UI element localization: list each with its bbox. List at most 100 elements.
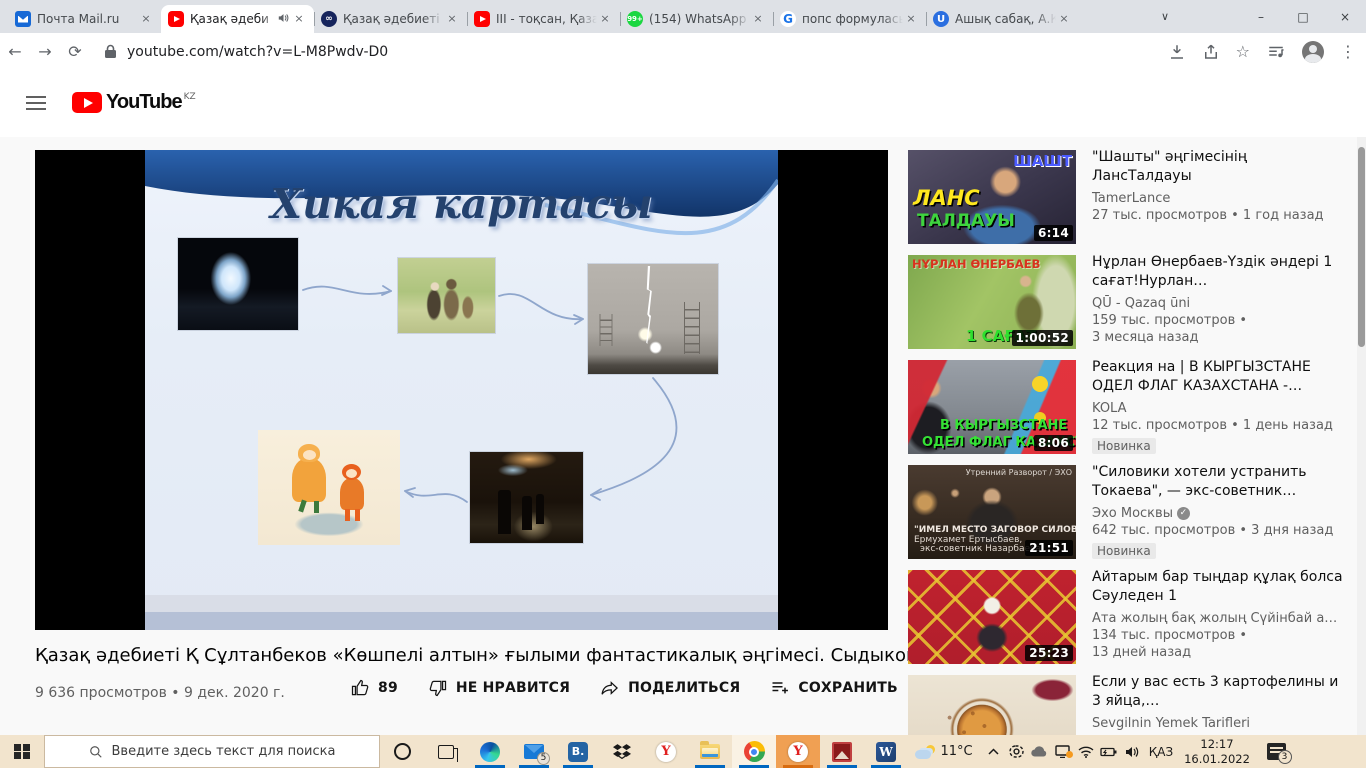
browser-tab[interactable]: Қазақ әдебиеті 1× (314, 5, 467, 33)
recommended-video-title[interactable]: Реакция на | В КЫРГЫЗСТАНЕ ОДЕЛ ФЛАГ КАЗ… (1092, 358, 1350, 396)
chrome-button[interactable] (732, 735, 776, 768)
start-button[interactable] (0, 735, 44, 768)
tab-close-icon[interactable]: × (444, 11, 460, 27)
cortana-icon (393, 743, 411, 760)
scrollbar-thumb[interactable] (1358, 147, 1365, 347)
recommended-video-item[interactable]: "ИМЕЛ МЕСТО ЗАГОВОР СИЛОВИКОВ"Ермухамет … (908, 463, 1353, 559)
edge-icon (480, 741, 500, 762)
tab-search-icon[interactable]: ∨ (1150, 0, 1180, 33)
media-controls-icon[interactable] (1266, 43, 1286, 61)
browser-tab[interactable]: U Ашық сабақ, А.К × (926, 5, 1079, 33)
share-button[interactable]: ПОДЕЛИТЬСЯ (600, 678, 740, 698)
explorer-icon (700, 741, 720, 759)
video-thumbnail[interactable]: НҰРЛАН ӨНЕРБАЕВ 1 САҒАТ 1:00:52 (908, 255, 1076, 349)
recommended-video-title[interactable]: Айтарым бар тыңдар құлақ болса Сәуледен … (1092, 568, 1350, 606)
clock[interactable]: 12:17 16.01.2022 (1179, 735, 1255, 768)
like-button[interactable]: 89 (350, 678, 398, 698)
display-alert-icon[interactable] (1051, 745, 1074, 758)
video-player[interactable]: Хикая картасы (35, 150, 888, 630)
weather-icon (915, 744, 936, 759)
yandex-icon: Y (656, 741, 676, 762)
yandex-browser-button[interactable]: Y (776, 735, 820, 768)
recommended-video-item[interactable]: НҰРЛАН ӨНЕРБАЕВ 1 САҒАТ 1:00:52 Нұрлан Өнер… (908, 253, 1353, 349)
recommended-video-title[interactable]: "Шашты" әңгімесінің ЛансТалдауы (1092, 148, 1350, 186)
menu-icon[interactable] (26, 96, 46, 110)
channel-name[interactable]: TamerLance (1092, 191, 1350, 206)
forward-icon[interactable]: → (30, 42, 60, 61)
video-actions: 89 НЕ НРАВИТСЯ ПОДЕЛИТЬСЯ СОХРАНИТЬ ••• (350, 677, 964, 698)
browser-tab[interactable]: Gпопс формуласы × (773, 5, 926, 33)
weather-widget[interactable]: 11°C (908, 735, 980, 768)
tab-close-icon[interactable]: × (291, 11, 307, 27)
channel-name[interactable]: QŪ - Qazaq ūni (1092, 296, 1350, 311)
back-icon[interactable]: ← (0, 42, 30, 61)
onedrive-icon[interactable] (1028, 746, 1051, 757)
mail-button[interactable]: 5 (512, 735, 556, 768)
browser-menu-icon[interactable]: ⋮ (1340, 42, 1356, 61)
video-duration: 1:00:52 (1011, 330, 1073, 346)
recommended-video-item[interactable]: В КЫРГЫЗСТАНЕОДЕЛ ФЛАГ КАЗАХСТА…8:06 Реак… (908, 358, 1353, 454)
tab-close-icon[interactable]: × (903, 11, 919, 27)
volume-icon[interactable] (1120, 746, 1143, 758)
recommended-video-title[interactable]: Если у вас есть 3 картофелины и 3 яйца,… (1092, 673, 1350, 711)
browser-tab[interactable]: III - тоқсан, Қаза × (467, 5, 620, 33)
explorer-button[interactable] (688, 735, 732, 768)
yandex-button[interactable]: Y (644, 735, 688, 768)
vk-button[interactable]: B. (556, 735, 600, 768)
channel-name[interactable]: Ата жолың бақ жолың Сүйінбай а… (1092, 611, 1350, 626)
video-thumbnail[interactable]: В КЫРГЫЗСТАНЕОДЕЛ ФЛАГ КАЗАХСТА…8:06 (908, 360, 1076, 454)
url-text[interactable]: youtube.com/watch?v=L-M8Pwdv-D0 (127, 44, 388, 60)
tab-close-icon[interactable]: × (138, 11, 154, 27)
cortana-button[interactable] (380, 735, 424, 768)
save-button[interactable]: СОХРАНИТЬ (770, 678, 898, 698)
profile-avatar[interactable] (1302, 40, 1324, 63)
recommended-video-item[interactable]: ЛАНС ТАЛДАУЫ ШАШТ 6:14 "Шашты" әңгімесінің Л… (908, 148, 1353, 244)
system-tray (982, 735, 1143, 768)
dropbox-button[interactable] (600, 735, 644, 768)
notification-center-button[interactable]: 3 (1255, 735, 1297, 768)
share-icon[interactable] (1202, 43, 1220, 61)
browser-tab[interactable]: 99+ (154) WhatsApp × (620, 5, 773, 33)
taskbar-search-input[interactable]: Введите здесь текст для поиска (44, 735, 380, 768)
reload-icon[interactable]: ⟳ (60, 42, 90, 61)
lock-icon[interactable] (104, 44, 117, 59)
tab-close-icon[interactable]: × (597, 11, 613, 27)
tab-close-icon[interactable]: × (750, 11, 766, 27)
tab-close-icon[interactable]: × (1056, 11, 1072, 27)
browser-tab[interactable]: Почта Mail.ru × (8, 5, 161, 33)
flag-sun-icon (1032, 376, 1048, 392)
channel-name[interactable]: Эхо Москвы ✓ (1092, 506, 1350, 521)
window-minimize-button[interactable]: – (1240, 0, 1282, 33)
watch-page: Хикая картасы Қазақ әдебиеті Қ Сұлтанбек… (0, 137, 1366, 735)
recommended-video-title[interactable]: "Силовики хотели устранить Токаева", — э… (1092, 463, 1350, 501)
task-view-button[interactable] (424, 735, 468, 768)
capture-icon[interactable] (1005, 745, 1028, 758)
video-thumbnail[interactable]: "ИМЕЛ МЕСТО ЗАГОВОР СИЛОВИКОВ"Ермухамет … (908, 465, 1076, 559)
browser-tab[interactable]: Қазақ әдеби × (161, 5, 314, 33)
video-thumbnail[interactable] (908, 675, 1076, 735)
battery-icon[interactable] (1097, 747, 1120, 757)
youtube-logo[interactable]: YouTube KZ (72, 92, 196, 113)
word-button[interactable]: W (864, 735, 908, 768)
photo-viewer-button[interactable] (820, 735, 864, 768)
channel-name[interactable]: Sevgilnin Yemek Tarifleri (1092, 716, 1350, 731)
mail-badge: 5 (537, 752, 550, 765)
wifi-icon[interactable] (1074, 746, 1097, 758)
recommended-video-item[interactable]: Если у вас есть 3 картофелины и 3 яйца,…… (908, 673, 1353, 735)
recommended-video-title[interactable]: Нұрлан Өнербаев-Үздік әндері 1 сағат!Нур… (1092, 253, 1350, 291)
recommended-video-item[interactable]: 25:23 Айтарым бар тыңдар құлақ болса Сәул… (908, 568, 1353, 664)
tab-audio-icon[interactable] (278, 13, 289, 26)
window-close-button[interactable]: × (1324, 0, 1366, 33)
video-thumbnail[interactable]: 25:23 (908, 570, 1076, 664)
page-scrollbar[interactable] (1357, 137, 1366, 735)
video-thumbnail[interactable]: ЛАНС ТАЛДАУЫ ШАШТ 6:14 (908, 150, 1076, 244)
channel-name[interactable]: KOLA (1092, 401, 1350, 416)
tray-expand-icon[interactable] (982, 748, 1005, 755)
language-indicator[interactable]: ҚАЗ (1143, 735, 1179, 768)
share-label: ПОДЕЛИТЬСЯ (628, 679, 741, 696)
edge-button[interactable] (468, 735, 512, 768)
bookmark-star-icon[interactable]: ☆ (1236, 42, 1250, 61)
dislike-button[interactable]: НЕ НРАВИТСЯ (428, 678, 570, 698)
window-maximize-button[interactable]: □ (1282, 0, 1324, 33)
download-icon[interactable] (1168, 43, 1186, 61)
